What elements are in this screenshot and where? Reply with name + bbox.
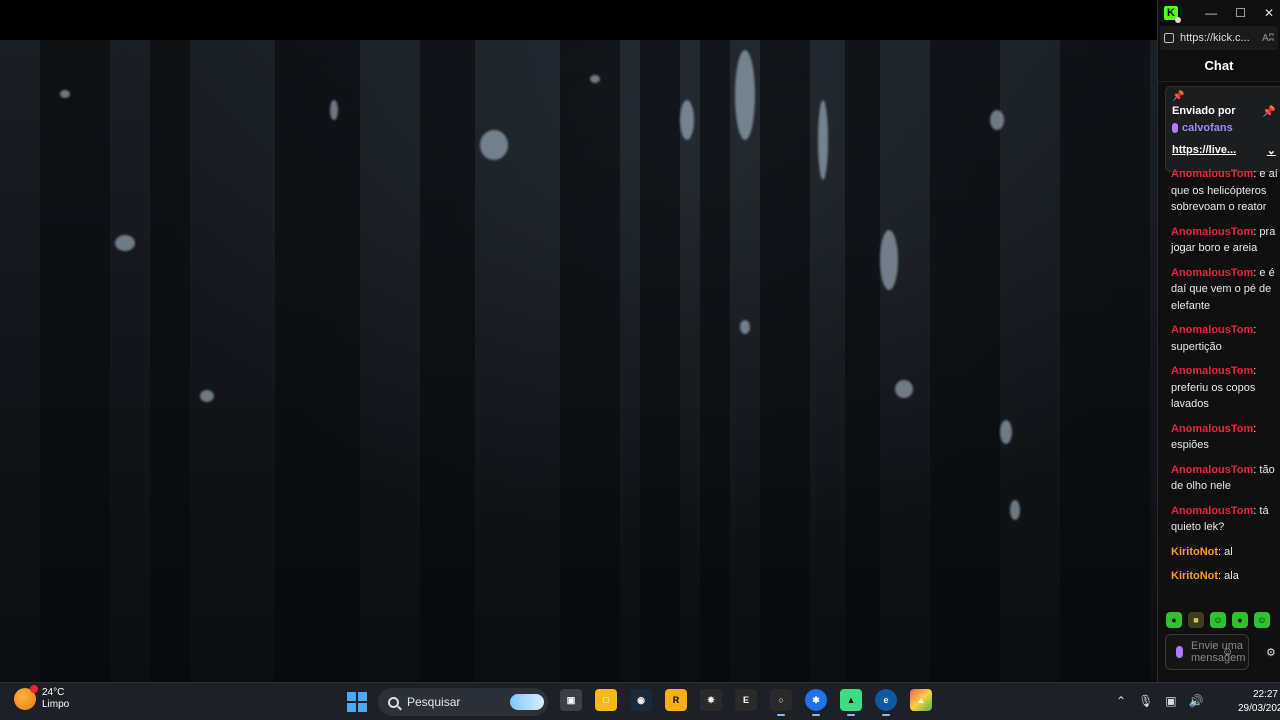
chat-username[interactable]: KiritoNot: [1171, 546, 1218, 558]
chat-input-placeholder: Envie uma mensagem: [1191, 640, 1246, 664]
rockstar-icon[interactable]: R: [665, 689, 687, 711]
chat-username[interactable]: AnomalousTom: [1171, 324, 1253, 336]
minimize-icon[interactable]: —: [1205, 6, 1217, 20]
chat-message: AnomalousTom: e aí que os helicópteros s…: [1171, 166, 1278, 216]
chat-message: AnomalousTom: tá quieto lek?: [1171, 503, 1278, 536]
pinned-link[interactable]: https://live...: [1172, 144, 1236, 157]
epic-games-icon[interactable]: E: [735, 689, 757, 711]
emote-icon[interactable]: ■: [1188, 612, 1204, 628]
file-explorer-icon[interactable]: □: [595, 689, 617, 711]
close-icon[interactable]: ✕: [1264, 6, 1274, 20]
pinned-sent-by-label: Enviado por: [1172, 105, 1236, 117]
steam-icon[interactable]: ◉: [630, 689, 652, 711]
pinned-message[interactable]: 📌 Enviado por 📌 calvofans https://live..…: [1165, 86, 1280, 172]
url-text: https://kick.c...: [1180, 32, 1250, 44]
search-highlight-icon: [510, 694, 544, 710]
app-spider-icon[interactable]: ✸: [700, 689, 722, 711]
chat-username[interactable]: AnomalousTom: [1171, 168, 1253, 180]
clock-time: 22:27: [1252, 689, 1278, 700]
reader-mode-icon[interactable]: Aʭ: [1262, 33, 1274, 44]
chat-message: AnomalousTom: supertição: [1171, 322, 1278, 355]
chat-message: KiritoNot: ala: [1171, 568, 1278, 585]
chat-text: : ala: [1218, 570, 1239, 582]
chat-text: : al: [1218, 545, 1233, 558]
chat-message: AnomalousTom: espiões: [1171, 421, 1278, 454]
chat-message: AnomalousTom: tão de olho nele: [1171, 462, 1278, 495]
chat-message: AnomalousTom: e é daí que vem o pé de el…: [1171, 265, 1278, 315]
chat-title: Chat: [1158, 50, 1280, 82]
edge-icon[interactable]: e: [875, 689, 897, 716]
address-bar[interactable]: https://kick.c... Aʭ: [1160, 26, 1278, 50]
microphone-icon[interactable]: 🎙: [1138, 694, 1153, 708]
emote-icon[interactable]: ☺: [1210, 612, 1226, 628]
system-tray: ⌃ 🎙 ▣ 🔊: [1116, 694, 1204, 708]
sub-badge-icon: [1172, 123, 1178, 133]
weather-desc: Limpo: [42, 699, 70, 710]
search-label: Pesquisar: [407, 695, 461, 709]
chat-message: KiritoNot: al: [1171, 544, 1278, 561]
taskbar-search[interactable]: Pesquisar: [378, 688, 548, 716]
weather-widget[interactable]: 24°C Limpo: [14, 685, 70, 711]
emote-icon[interactable]: ☺: [1254, 612, 1270, 628]
clock[interactable]: 22:27 29/03/2026: [1238, 688, 1280, 716]
emote-icon[interactable]: ●: [1232, 612, 1248, 628]
volume-icon[interactable]: 🔊: [1189, 694, 1204, 708]
chat-username[interactable]: AnomalousTom: [1171, 423, 1253, 435]
chevron-up-icon[interactable]: ⌃: [1116, 694, 1126, 708]
chat-message-input[interactable]: Envie uma mensagem: [1165, 634, 1249, 670]
window-titlebar: K — ☐ ✕: [1158, 0, 1280, 26]
chat-window: K — ☐ ✕ https://kick.c... Aʭ Chat 📌 Envi…: [1157, 0, 1280, 682]
video-player[interactable]: [0, 0, 1157, 682]
taskbar: 24°C Limpo Pesquisar ▣ □ ◉ R ✸ E ○ ✱ ▲ e…: [0, 682, 1280, 720]
gear-icon[interactable]: ⚙: [1266, 646, 1276, 659]
app-blue-icon[interactable]: ✱: [805, 689, 827, 716]
chat-username[interactable]: AnomalousTom: [1171, 365, 1253, 377]
task-view-icon[interactable]: ▣: [560, 689, 582, 711]
taskbar-apps: ▣ □ ◉ R ✸ E ○ ✱ ▲ e ▲: [560, 689, 932, 716]
sub-badge-icon: [1176, 646, 1183, 658]
chat-message: AnomalousTom: preferiu os copos lavados: [1171, 363, 1278, 413]
chat-messages: AnomalousTom: e aí que os helicópteros s…: [1171, 166, 1278, 593]
kick-logo-icon: K: [1164, 6, 1181, 23]
chevron-down-icon[interactable]: ⌄: [1267, 144, 1276, 157]
lock-icon: [1164, 33, 1174, 43]
search-icon: [388, 696, 399, 708]
video-frame-forest: [0, 40, 1157, 682]
chat-username[interactable]: AnomalousTom: [1171, 464, 1253, 476]
emote-icon[interactable]: ●: [1166, 612, 1182, 628]
pin-icon: 📌: [1172, 91, 1185, 102]
weather-temp: 24°C: [42, 687, 65, 698]
quick-emote-bar: ● ■ ☺ ● ☺: [1166, 612, 1270, 628]
pinned-author[interactable]: calvofans: [1182, 122, 1233, 134]
app-circle-icon[interactable]: ○: [770, 689, 792, 716]
emoji-picker-icon[interactable]: ☺: [1222, 646, 1233, 658]
chat-username[interactable]: KiritoNot: [1171, 570, 1218, 582]
clock-date: 29/03/2026: [1238, 703, 1280, 714]
chat-username[interactable]: AnomalousTom: [1171, 267, 1253, 279]
bluestacks-icon[interactable]: ▲: [910, 689, 932, 711]
weather-icon: [14, 685, 38, 710]
unpin-icon[interactable]: 📌: [1262, 105, 1276, 118]
android-icon[interactable]: ▲: [840, 689, 862, 716]
windows-start-icon[interactable]: [347, 692, 367, 712]
chat-message: AnomalousTom: pra jogar boro e areia: [1171, 224, 1278, 257]
network-icon[interactable]: ▣: [1165, 694, 1176, 708]
chat-username[interactable]: AnomalousTom: [1171, 226, 1253, 238]
maximize-icon[interactable]: ☐: [1235, 6, 1246, 20]
chat-username[interactable]: AnomalousTom: [1171, 505, 1253, 517]
